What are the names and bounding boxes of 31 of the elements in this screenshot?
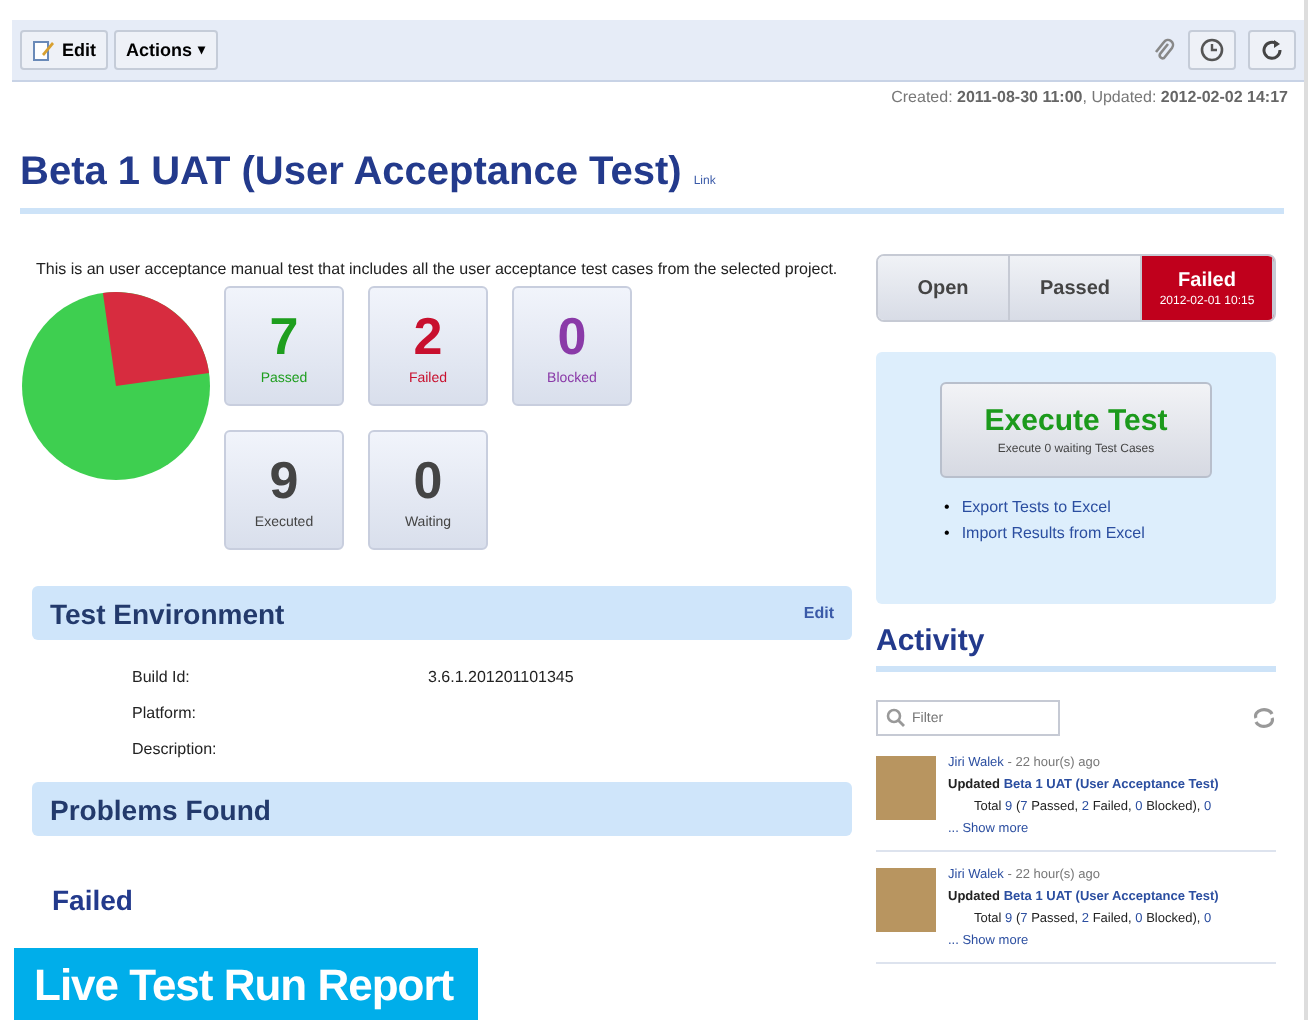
- stat-value: 0: [413, 451, 443, 507]
- bullet: •: [944, 498, 950, 516]
- field-label: Description:: [132, 740, 219, 762]
- clock-icon[interactable]: [1188, 30, 1236, 70]
- field-value: 3.6.1.201201101345: [428, 668, 574, 690]
- avatar-placeholder: [876, 756, 936, 820]
- activity-title: Activity: [876, 624, 1276, 672]
- timestamps: Created: 2011-08-30 11:00, Updated: 2012-02-02 14:17: [889, 86, 1290, 106]
- section-title: Problems Found: [50, 793, 271, 825]
- status-tab[interactable]: Open: [878, 256, 1010, 320]
- refresh-icon[interactable]: [1248, 30, 1296, 70]
- edit-link[interactable]: Edit: [803, 604, 834, 622]
- field-label: Build Id:: [132, 668, 192, 690]
- section-title: Test Environment: [50, 597, 285, 629]
- stat-value: 2: [413, 307, 443, 363]
- stat-value: 0: [557, 307, 587, 363]
- edit-icon: [32, 38, 56, 62]
- field-label: Platform:: [132, 704, 199, 726]
- toolbar-button[interactable]: Edit: [20, 30, 108, 70]
- caption: Live Test Run Report: [14, 948, 478, 1020]
- bullet: •: [944, 524, 950, 542]
- page-title: Beta 1 UAT (User Acceptance Test): [20, 150, 682, 196]
- problems-subtitle: Failed: [52, 884, 135, 916]
- stat-value: 7: [269, 307, 299, 363]
- avatar-placeholder: [876, 868, 936, 932]
- excel-link[interactable]: Export Tests to Excel: [961, 498, 1111, 516]
- excel-link[interactable]: Import Results from Excel: [961, 524, 1145, 542]
- status-tab[interactable]: Passed: [1010, 256, 1142, 320]
- description: This is an user acceptance manual test that includes all the user acceptance test cases from the selected project.: [36, 260, 840, 278]
- paperclip-icon[interactable]: [1152, 36, 1176, 64]
- stat-value: 9: [269, 451, 299, 507]
